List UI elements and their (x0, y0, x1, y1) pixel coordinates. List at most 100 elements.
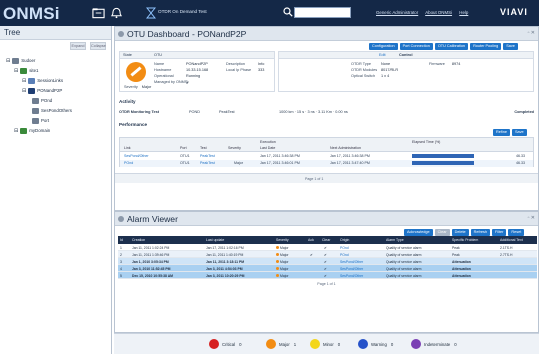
alarm-origin[interactable]: SesPond/Other (340, 274, 363, 278)
state-field: Managed by ONMSi ✔ (154, 80, 189, 85)
col-last-date[interactable]: Last Date (260, 146, 275, 150)
activity-tag-pond[interactable]: POND (189, 110, 200, 114)
tree-node[interactable]: ⊟ myDomain (14, 126, 50, 135)
tree-toggle-icon[interactable]: ⊟ (14, 128, 18, 134)
acol-creation[interactable]: Creation (132, 238, 145, 242)
refine-button[interactable]: Refine (493, 129, 510, 136)
tree-node[interactable]: Port (30, 116, 49, 125)
alarm-row[interactable]: 3 Jan 1, 2010 3:05:34 PM Jan 11, 2011 3:18… (118, 258, 537, 265)
col-next[interactable]: Next Administration (330, 146, 361, 150)
alarm-row[interactable]: 2 Jan 11, 2011 1:39:46 PM Jan 11, 2011 1:4… (118, 251, 537, 258)
performance-row[interactable]: SesPond/Other OTU1 PeakTest Jan 17, 2011 3:… (120, 153, 533, 160)
refresh-button[interactable]: Refresh (470, 229, 490, 236)
activity-tag-peaktest[interactable]: PeakTest (219, 110, 235, 114)
panel-gear-icon[interactable] (118, 31, 124, 37)
tree-node[interactable]: SesPondOthers (30, 106, 72, 115)
tree-toggle-icon[interactable]: ⊟ (22, 88, 26, 94)
acol-clear[interactable]: Clear (322, 238, 330, 242)
otu-calibration-button[interactable]: OTU Calibration (434, 43, 469, 50)
bell-icon[interactable] (110, 7, 123, 19)
perf-save-button[interactable]: Save (511, 129, 527, 136)
folder-icon[interactable] (92, 7, 105, 19)
state-field: Name PONandP2P (154, 62, 208, 66)
tree-node[interactable]: POnd (30, 96, 52, 105)
edit-tab[interactable]: Edit (379, 52, 386, 59)
col-link[interactable]: Link (124, 146, 131, 150)
performance-row[interactable]: POnd OTU1 PeakTest Major Jan 17, 2011 3:46:0… (120, 160, 533, 167)
expand-button[interactable]: Expand (70, 42, 86, 50)
perf-test[interactable]: PeakTest (200, 154, 215, 158)
alarm-origin[interactable]: POnd (340, 253, 349, 257)
tree-toggle-icon[interactable]: ⊟ (6, 58, 10, 64)
col-severity[interactable]: Severity (228, 146, 241, 150)
alarm-actions: Acknowledge Clear Delete Refresh Filter … (404, 229, 525, 236)
alarm-row[interactable]: 4 Jan 3, 2010 11:52:45 PM Jan 3, 2011 4:54… (118, 265, 537, 272)
alarm-origin[interactable]: SesPond/Other (340, 267, 363, 271)
acol-text[interactable]: Additional Text (500, 238, 523, 242)
activity-label: Activity (119, 99, 136, 104)
collapse-button[interactable]: Collapse (90, 42, 106, 50)
legend-indeterminate[interactable]: Indeterminate 0 (411, 339, 457, 349)
alarm-row[interactable]: 1 Jan 11, 2011 1:02:24 PM Jan 17, 2011 1:0… (118, 244, 537, 251)
alarm-update: Jan 11, 2011 3:18:11 PM (206, 259, 245, 264)
search-icon[interactable] (283, 7, 293, 17)
col-elapsed[interactable]: Elapsed Time (%) (412, 140, 440, 144)
control-tab[interactable]: Control (399, 52, 413, 59)
panel-window-controls[interactable]: ▫ ✕ (528, 30, 535, 36)
alarm-origin[interactable]: POnd (340, 246, 349, 250)
search-input[interactable] (294, 7, 351, 18)
save-button[interactable]: Save (503, 43, 518, 50)
alarm-type: Quality of service alarm (386, 252, 422, 257)
alarm-gear-icon[interactable] (118, 216, 124, 222)
active-tab-title[interactable]: OTDR On Demand Test (158, 9, 207, 14)
reset-button[interactable]: Reset (508, 229, 525, 236)
tree-node[interactable]: ⊟ SessionLinks (22, 76, 63, 85)
help-link[interactable]: Help (459, 10, 468, 15)
col-test[interactable]: Test (200, 146, 207, 150)
alarm-row[interactable]: 5 Dec 15, 2010 10:55:38 AM Jan 3, 2011 10:… (118, 272, 537, 279)
clear-button[interactable]: Clear (434, 229, 450, 236)
acol-update[interactable]: Last update (206, 238, 224, 242)
state-field-value: Running (186, 74, 201, 78)
user-link[interactable]: Generic Administrator (376, 10, 418, 15)
legend-major[interactable]: Major 1 (266, 339, 296, 349)
description-field: Local Ip Phase 333 (226, 68, 264, 72)
alarm-window-controls[interactable]: ▫ ✕ (528, 215, 535, 221)
col-port[interactable]: Port (180, 146, 187, 150)
legend-minor[interactable]: Minor 0 (310, 339, 340, 349)
perf-link[interactable]: POnd (124, 161, 133, 165)
about-link[interactable]: About ONMSi (425, 10, 452, 15)
legend-count: 0 (454, 341, 457, 347)
acol-ack[interactable]: Ack (308, 238, 314, 242)
dashboard-pager-text[interactable]: Page 1 of 1 (305, 177, 323, 181)
dashboard-pager: Page 1 of 1 (115, 173, 538, 183)
legend-warning[interactable]: Warning 0 (358, 339, 393, 349)
acol-origin[interactable]: Origin (340, 238, 349, 242)
test-icon[interactable] (146, 7, 156, 19)
acol-id[interactable]: Id (120, 238, 123, 242)
acol-type[interactable]: Alarm Type (386, 238, 404, 242)
tree-toggle-icon[interactable]: ⊟ (14, 68, 18, 74)
alarm-origin[interactable]: SesPond/Other (340, 260, 363, 264)
acol-problem[interactable]: Specific Problem (452, 238, 478, 242)
tree-node[interactable]: ⊟ Sudoer (6, 56, 35, 65)
alarm-pager-text[interactable]: Page 1 of 1 (317, 282, 335, 286)
dashboard-title: OTU Dashboard - PONandP2P (127, 29, 247, 39)
delete-button[interactable]: Delete (451, 229, 469, 236)
minor-severity-icon (310, 339, 320, 349)
perf-next-date: Jan 17, 2011 3:46:38 PM (330, 154, 370, 158)
perf-last-date: Jan 17, 2011 3:46:38 PM (260, 154, 300, 158)
filter-button[interactable]: Filter (491, 229, 507, 236)
acol-severity[interactable]: Severity (276, 238, 289, 242)
tree-toggle-icon[interactable]: ⊟ (22, 78, 26, 84)
alarm-summary-bar: Critical 0 Major 1 Minor 0 Warning 0 Indetermina… (114, 333, 539, 354)
configuration-button[interactable]: Configuration (369, 43, 398, 50)
tree-node[interactable]: ⊟ PONandP2P (22, 86, 62, 95)
port-connection-button[interactable]: Port Connection (399, 43, 433, 50)
perf-link[interactable]: SesPond/Other (124, 154, 149, 158)
acknowledge-button[interactable]: Acknowledge (404, 229, 433, 236)
router-pooling-button[interactable]: Router Pooling (470, 43, 502, 50)
tree-node[interactable]: ⊟ site1 (14, 66, 38, 75)
legend-critical[interactable]: Critical 0 (209, 339, 242, 349)
perf-test[interactable]: PeakTest (200, 161, 215, 165)
